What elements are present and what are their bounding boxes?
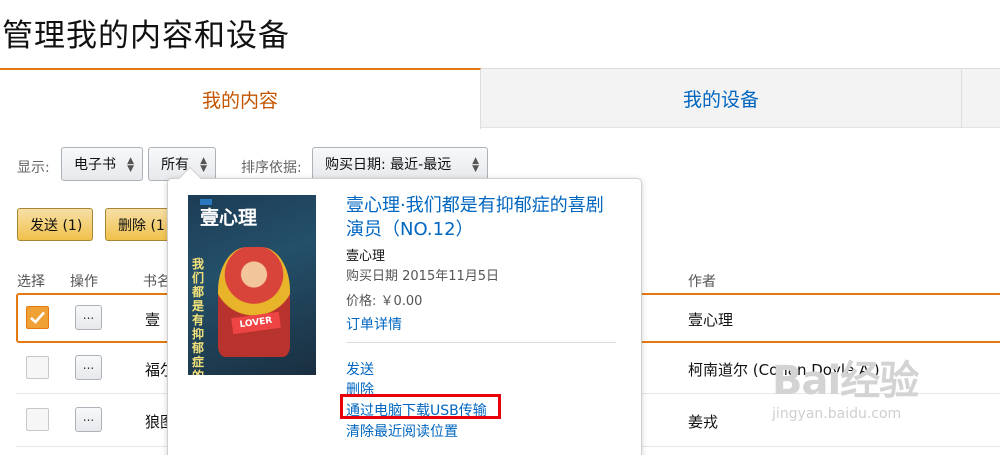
tab-extra[interactable] [961,68,1000,128]
cover-vertical-text: 我们都是有抑郁症的 [192,257,205,375]
more-actions-button[interactable]: ... [75,305,102,330]
more-actions-button[interactable]: ... [75,407,102,432]
popover-price: 价格: ￥0.00 [346,294,423,309]
popover-divider [346,342,616,343]
tab-bar: 我的内容 我的设备 [0,68,1000,129]
show-label: 显示: [17,160,50,176]
checkmark-icon [30,311,45,324]
send-button[interactable]: 发送 (1) [17,208,93,241]
order-details-link[interactable]: 订单详情 [346,314,402,334]
dropdown-caret-icon: ▲ ▼ [200,156,207,174]
book-title[interactable]: 壹 [145,309,160,330]
watermark-url: jingyan.baidu.com [772,406,902,422]
cover-logo: 壹心理 [200,207,258,229]
row-checkbox[interactable] [26,356,49,379]
tab-my-devices[interactable]: 我的设备 [481,68,961,128]
popover-purchase-date: 购买日期 2015年11月5日 [346,269,500,284]
book-details-popover: 壹心理 我们都是有抑郁症的 LOVER 壹心理·我们都是有抑郁症的喜剧演员（NO… [167,166,642,455]
watermark: Bai经验 jingyan.baidu.com [772,348,1000,438]
clear-reading-position-link[interactable]: 清除最近阅读位置 [346,421,458,441]
watermark-brand: Bai经验 [772,358,919,404]
column-header-action: 操作 [70,274,98,290]
book-author: 壹心理 [688,311,734,329]
page-title: 管理我的内容和设备 [2,18,290,54]
sort-label: 排序依据: [241,160,302,176]
column-header-select: 选择 [17,274,45,290]
dropdown-caret-icon: ▲ ▼ [472,156,479,174]
tab-my-content[interactable]: 我的内容 [0,68,481,129]
popover-publisher: 壹心理 [346,249,386,264]
book-cover[interactable]: 壹心理 我们都是有抑郁症的 LOVER [188,195,316,375]
row-checkbox[interactable] [26,408,49,431]
dropdown-caret-icon: ▲ ▼ [127,156,134,174]
popover-book-title[interactable]: 壹心理·我们都是有抑郁症的喜剧演员（NO.12） [346,194,616,242]
sort-dropdown[interactable]: 购买日期: 最近-最远 ▲ ▼ [312,147,488,181]
type-dropdown[interactable]: 电子书 ▲ ▼ [61,147,143,181]
column-header-author[interactable]: 作者 [688,271,716,291]
row-checkbox[interactable] [26,306,49,329]
cover-figure [218,247,290,357]
more-actions-button[interactable]: ... [75,355,102,380]
book-author: 姜戎 [688,413,719,431]
highlight-box [340,394,501,419]
send-link[interactable]: 发送 [346,359,374,379]
